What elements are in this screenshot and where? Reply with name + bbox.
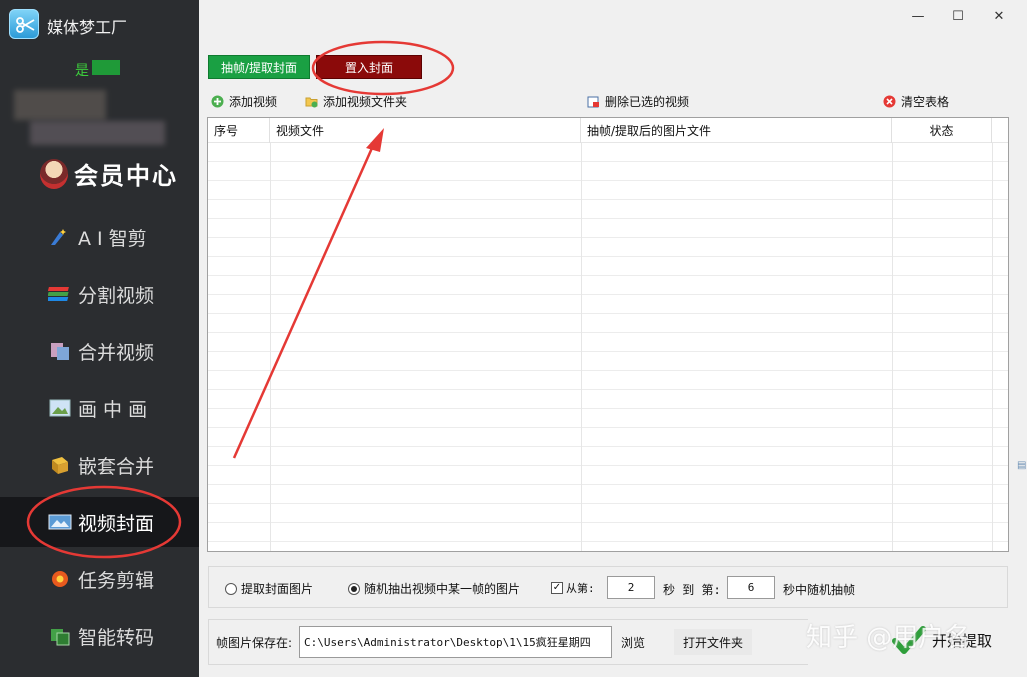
checkbox-checked-icon: ✓ (551, 582, 563, 594)
table-body (208, 143, 1008, 551)
sidebar-item-nest-merge[interactable]: 嵌套合并 (0, 440, 199, 490)
sidebar-item-smart-transcode[interactable]: 智能转码 (0, 611, 199, 661)
add-folder-label: 添加视频文件夹 (323, 94, 408, 109)
radio-circle-selected (348, 582, 360, 595)
column-divider (581, 143, 582, 551)
from-label: 从第: (566, 582, 595, 595)
radio-extract-cover-label: 提取封面图片 (241, 582, 314, 596)
seconds-to-label: 秒 到 第: (663, 583, 721, 597)
sidebar-item-merge-video[interactable]: 合并视频 (0, 326, 199, 376)
sidebar-item-label: 任务剪辑 (78, 569, 155, 592)
app-logo-icon (9, 9, 39, 39)
from-seconds-input[interactable]: 2 (607, 576, 655, 599)
app-title: 媒体梦工厂 (47, 18, 128, 37)
to-seconds-input[interactable]: 6 (727, 576, 775, 599)
add-folder-button[interactable]: 添加视频文件夹 (301, 90, 412, 112)
sidebar: 媒体梦工厂 是 会员中心 A I 智剪 分割视频 合并视频 画 中 画 嵌套合并… (0, 0, 199, 677)
sidebar-item-picture-in-picture[interactable]: 画 中 画 (0, 383, 199, 433)
sidebar-item-ai-clip[interactable]: A I 智剪 (0, 212, 199, 262)
clear-table-label: 清空表格 (901, 94, 950, 109)
sidebar-item-label: 嵌套合并 (78, 455, 155, 478)
sidebar-item-label: 分割视频 (78, 284, 155, 307)
sidebar-item-label: 画 中 画 (78, 398, 148, 421)
add-video-label: 添加视频 (229, 94, 278, 109)
task-edit-icon (52, 571, 68, 587)
smart-transcode-icon (51, 629, 70, 646)
sidebar-item-task-edit[interactable]: 任务剪辑 (0, 554, 199, 604)
minimize-button[interactable]: — (904, 6, 932, 26)
side-scroll-indicator-icon: ▤ (1017, 460, 1027, 471)
clear-table-button[interactable]: 清空表格 (879, 90, 954, 112)
save-path-label: 帧图片保存在: (216, 636, 293, 650)
vip-status-bar (92, 60, 120, 75)
radio-random-frame[interactable]: 随机抽出视频中某一帧的图片 (348, 580, 520, 597)
video-table[interactable]: 序号 视频文件 抽帧/提取后的图片文件 状态 (207, 117, 1009, 552)
merge-video-icon (51, 343, 69, 360)
save-path-input[interactable]: C:\Users\Administrator\Desktop\1\15疯狂星期四 (299, 626, 612, 658)
close-button[interactable]: ✕ (985, 6, 1013, 26)
random-frame-suffix-label: 秒中随机抽帧 (783, 583, 856, 597)
add-icon (211, 95, 224, 107)
column-header-index[interactable]: 序号 (208, 118, 270, 143)
sidebar-item-label: 智能转码 (78, 626, 155, 649)
sidebar-item-split-video[interactable]: 分割视频 (0, 269, 199, 319)
tab-insert-cover[interactable]: 置入封面 (316, 55, 422, 79)
clear-icon (883, 95, 896, 107)
from-checkbox[interactable]: ✓ 从第: (551, 580, 595, 596)
picture-in-picture-icon (49, 399, 71, 417)
zhihu-watermark: 知乎 @用户名 (806, 623, 971, 653)
member-avatar-icon (40, 158, 68, 189)
video-cover-icon (48, 514, 72, 530)
redacted-user-info-2 (30, 121, 165, 145)
table-header: 序号 视频文件 抽帧/提取后的图片文件 状态 (208, 118, 1008, 143)
open-folder-button[interactable]: 打开文件夹 (674, 629, 752, 655)
column-divider (892, 143, 893, 551)
member-center-label: 会员中心 (74, 161, 178, 190)
column-divider (992, 143, 993, 551)
column-header-video-file[interactable]: 视频文件 (270, 118, 581, 143)
folder-add-icon (305, 97, 318, 107)
radio-random-frame-label: 随机抽出视频中某一帧的图片 (364, 582, 521, 596)
ai-clip-icon (51, 229, 66, 245)
column-header-output-image[interactable]: 抽帧/提取后的图片文件 (581, 118, 892, 143)
delete-selected-label: 删除已选的视频 (605, 94, 690, 109)
maximize-button[interactable]: ☐ (944, 6, 972, 26)
tab-extract-cover[interactable]: 抽帧/提取封面 (208, 55, 310, 79)
sidebar-item-video-cover[interactable]: 视频封面 (0, 497, 199, 547)
add-video-button[interactable]: 添加视频 (207, 90, 282, 112)
browse-button[interactable]: 浏览 (616, 629, 650, 655)
column-divider (270, 143, 271, 551)
nest-merge-icon (52, 457, 68, 474)
delete-selected-button[interactable]: 删除已选的视频 (583, 90, 694, 112)
sidebar-item-label: A I 智剪 (78, 227, 147, 250)
radio-extract-cover[interactable]: 提取封面图片 (225, 580, 313, 597)
member-center-button[interactable]: 会员中心 (40, 156, 178, 191)
sidebar-item-label: 合并视频 (78, 341, 155, 364)
split-video-icon (48, 287, 69, 301)
sidebar-item-label: 视频封面 (78, 512, 155, 535)
delete-list-icon (587, 96, 599, 107)
radio-circle (225, 582, 237, 595)
redacted-user-info (14, 90, 106, 120)
column-header-status[interactable]: 状态 (892, 118, 992, 143)
vip-status-text: 是 (75, 63, 89, 79)
